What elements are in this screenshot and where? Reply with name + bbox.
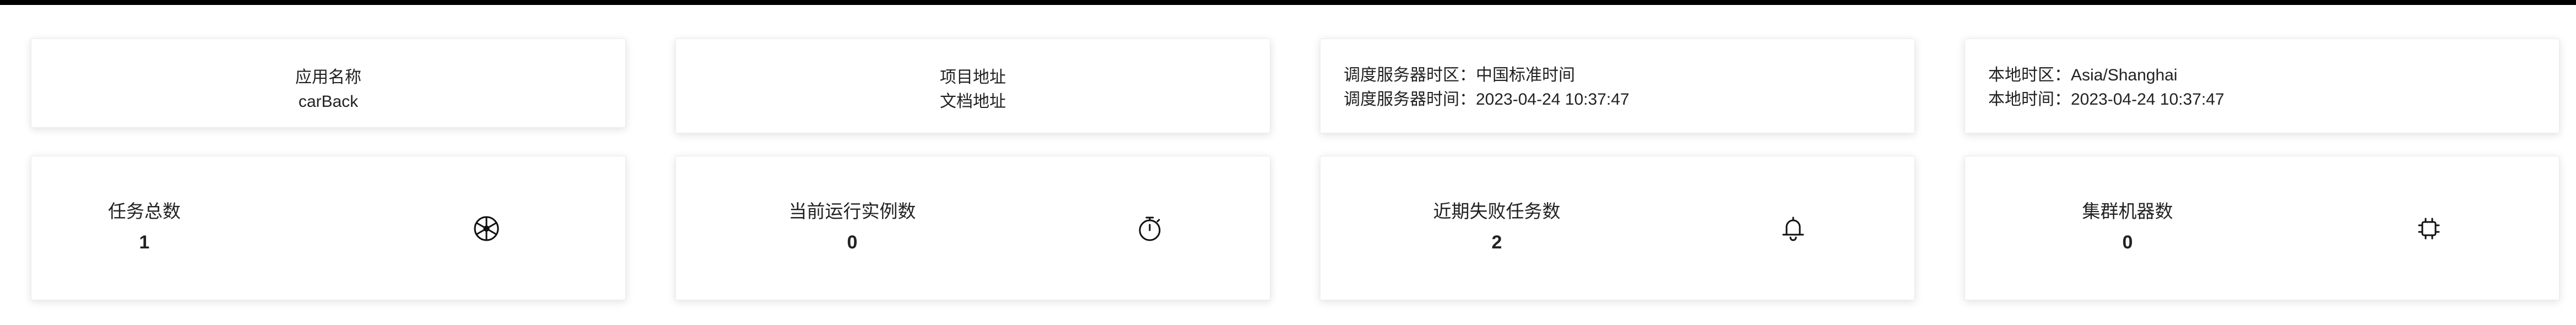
stat-label: 近期失败任务数 (1433, 201, 1561, 221)
scheduler-time: 调度服务器时间：2023-04-24 10:37:47 (1344, 90, 1630, 109)
bell-icon (1779, 214, 1807, 243)
project-links-block: 项目地址 文档地址 (676, 66, 1270, 114)
stat-card-recent-failed: 近期失败任务数 2 (1320, 156, 1915, 300)
app-name-block: 应用名称 carBack (31, 66, 625, 114)
chip-icon (2415, 214, 2443, 243)
app-name-label: 应用名称 (295, 68, 361, 86)
scheduler-time-block: 调度服务器时区：中国标准时间 调度服务器时间：2023-04-24 10:37:… (1344, 63, 1630, 112)
stat-value: 0 (847, 232, 858, 253)
local-time: 本地时间：2023-04-24 10:37:47 (1988, 90, 2225, 109)
stat-card-cluster-machines: 集群机器数 0 (1965, 156, 2559, 300)
local-time-block: 本地时区：Asia/Shanghai 本地时间：2023-04-24 10:37… (1988, 63, 2225, 112)
local-timezone: 本地时区：Asia/Shanghai (1988, 66, 2178, 84)
stat-text-total-tasks: 任务总数 1 (7, 199, 282, 254)
stat-card-running-instances: 当前运行实例数 0 (675, 156, 1270, 300)
app-name-value: carBack (298, 93, 359, 111)
stat-value: 2 (1491, 232, 1502, 253)
project-links-card: 项目地址 文档地址 (675, 39, 1270, 133)
stat-text-cluster-machines: 集群机器数 0 (1990, 199, 2265, 254)
stat-label: 集群机器数 (2082, 201, 2173, 221)
stat-card-total-tasks: 任务总数 1 (31, 156, 626, 300)
scheduler-timezone: 调度服务器时区：中国标准时间 (1344, 66, 1575, 84)
local-time-card: 本地时区：Asia/Shanghai 本地时间：2023-04-24 10:37… (1965, 39, 2559, 133)
wheel-icon (472, 214, 501, 243)
app-name-card: 应用名称 carBack (31, 39, 626, 128)
top-bar (0, 0, 2576, 5)
stat-label: 当前运行实例数 (788, 201, 916, 221)
project-address-link[interactable]: 项目地址 (676, 66, 1270, 90)
docs-address-link[interactable]: 文档地址 (676, 90, 1270, 114)
stat-value: 1 (139, 232, 150, 253)
stat-text-running-instances: 当前运行实例数 0 (715, 199, 990, 254)
stat-label: 任务总数 (108, 201, 181, 221)
scheduler-time-card: 调度服务器时区：中国标准时间 调度服务器时间：2023-04-24 10:37:… (1320, 39, 1915, 133)
stopwatch-icon (1135, 214, 1164, 243)
stat-value: 0 (2122, 232, 2133, 253)
stat-text-recent-failed: 近期失败任务数 2 (1359, 199, 1635, 254)
